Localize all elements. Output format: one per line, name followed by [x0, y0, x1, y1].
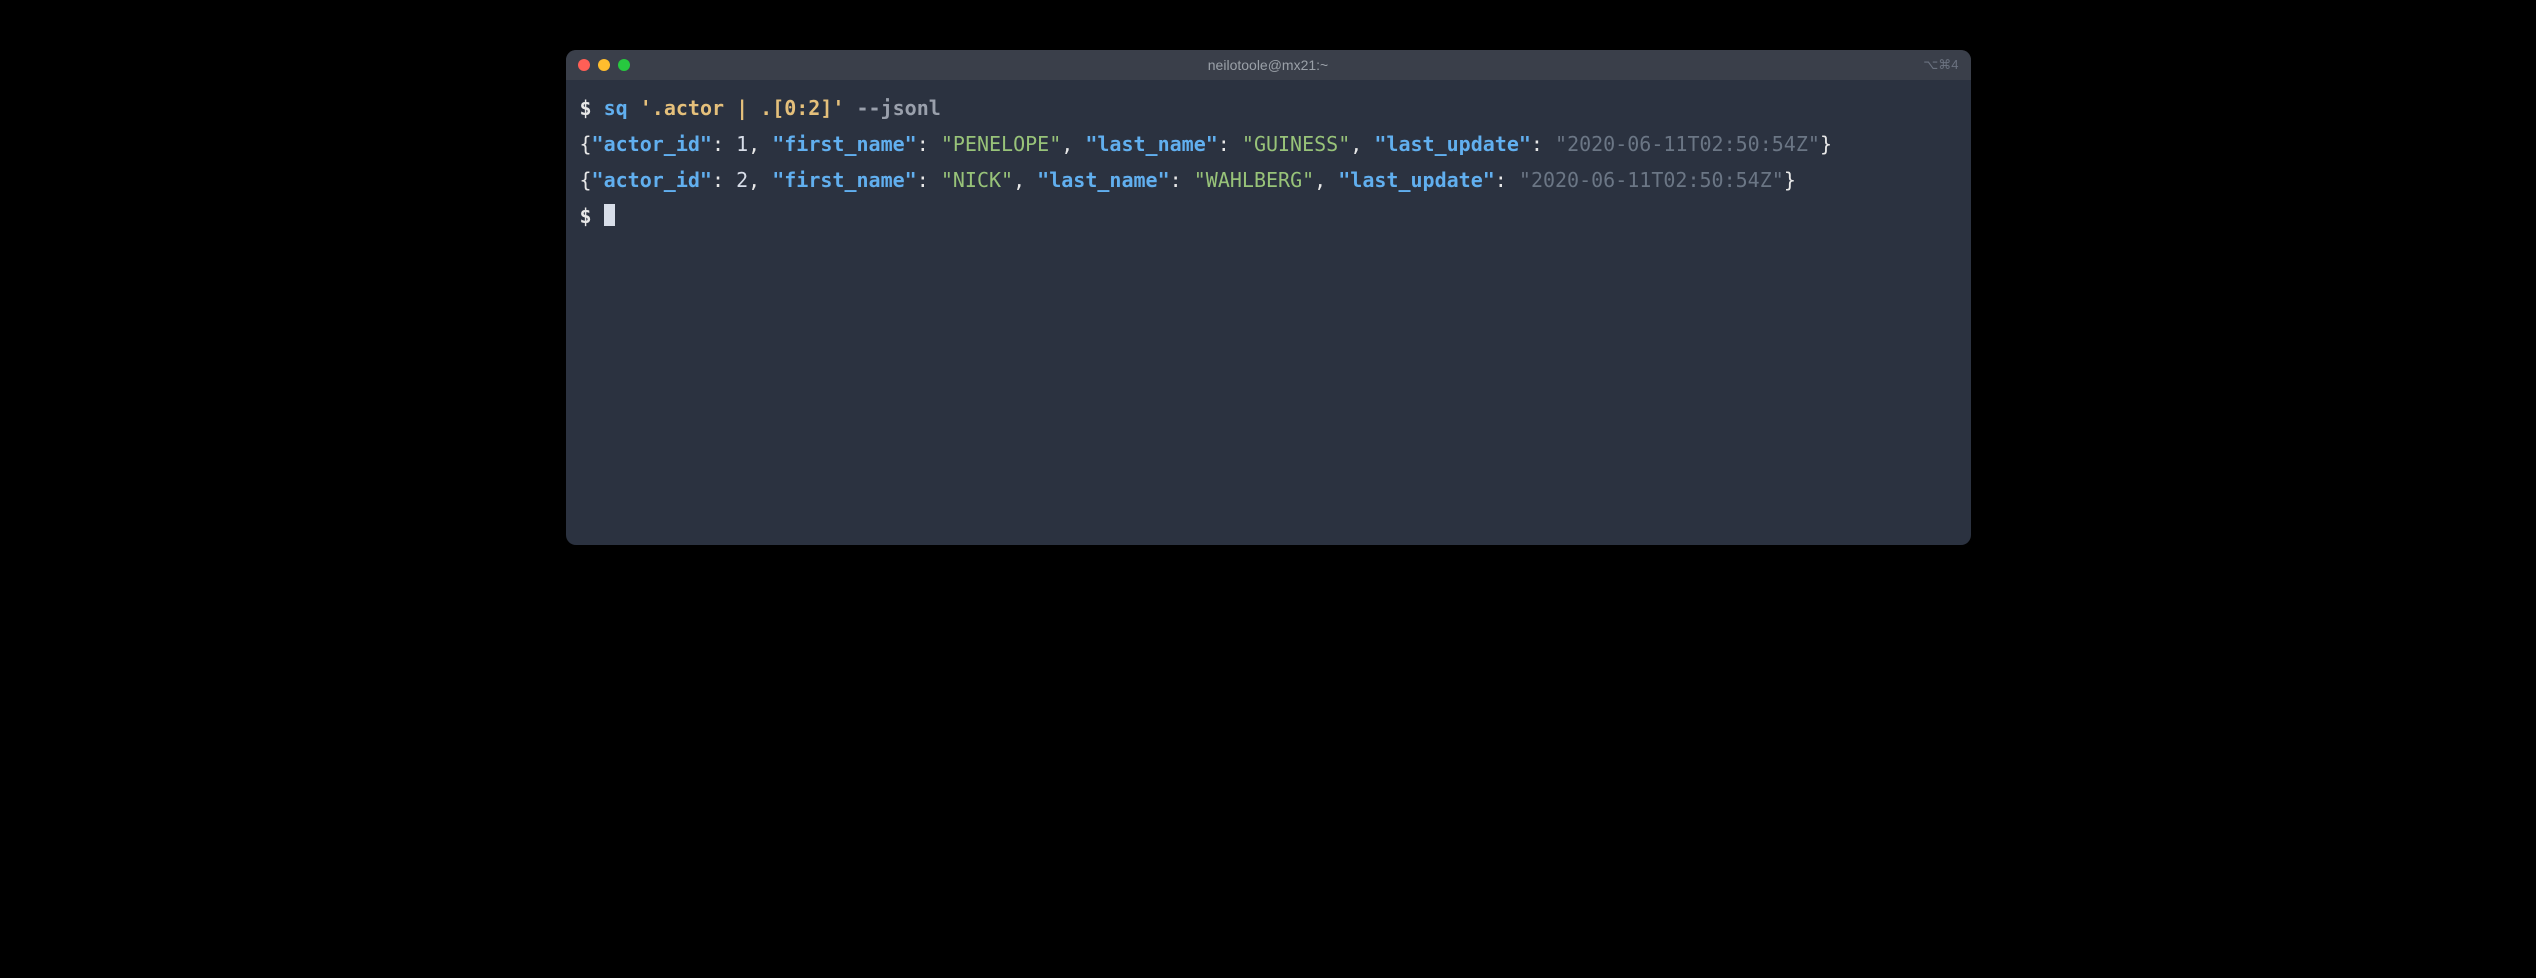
command-line: $ sq '.actor | .[0:2]' --jsonl — [580, 90, 1957, 126]
terminal-window: neilotoole@mx21:~ ⌥⌘4 $ sq '.actor | .[0… — [566, 50, 1971, 545]
json-key-first-name: first_name — [784, 168, 904, 192]
json-value-first-name: NICK — [953, 168, 1001, 192]
prompt-symbol: $ — [580, 96, 592, 120]
json-key-first-name: first_name — [784, 132, 904, 156]
close-button[interactable] — [578, 59, 590, 71]
json-key-actor-id: actor_id — [604, 168, 700, 192]
json-key-actor-id: actor_id — [604, 132, 700, 156]
json-value-actor-id: 1 — [736, 132, 748, 156]
traffic-lights — [578, 59, 630, 71]
minimize-button[interactable] — [598, 59, 610, 71]
json-value-last-update: 2020-06-11T02:50:54Z — [1567, 132, 1808, 156]
json-key-last-name: last_name — [1049, 168, 1157, 192]
command-name: sq — [604, 96, 628, 120]
maximize-button[interactable] — [618, 59, 630, 71]
json-key-last-update: last_update — [1386, 132, 1518, 156]
window-title: neilotoole@mx21:~ — [1208, 57, 1328, 73]
json-value-last-name: GUINESS — [1254, 132, 1338, 156]
cursor — [604, 204, 615, 226]
command-flag: --jsonl — [856, 96, 940, 120]
json-value-last-name: WAHLBERG — [1206, 168, 1302, 192]
json-value-last-update: 2020-06-11T02:50:54Z — [1531, 168, 1772, 192]
window-shortcut-indicator: ⌥⌘4 — [1923, 57, 1958, 73]
command-query: '.actor | .[0:2]' — [640, 96, 845, 120]
output-line: {"actor_id": 1, "first_name": "PENELOPE"… — [580, 126, 1957, 162]
output-line: {"actor_id": 2, "first_name": "NICK", "l… — [580, 162, 1957, 198]
terminal-body[interactable]: $ sq '.actor | .[0:2]' --jsonl{"actor_id… — [566, 80, 1971, 545]
prompt-symbol: $ — [580, 204, 592, 228]
title-bar: neilotoole@mx21:~ ⌥⌘4 — [566, 50, 1971, 80]
json-value-first-name: PENELOPE — [953, 132, 1049, 156]
prompt-line: $ — [580, 198, 1957, 234]
json-key-last-name: last_name — [1097, 132, 1205, 156]
json-value-actor-id: 2 — [736, 168, 748, 192]
json-key-last-update: last_update — [1350, 168, 1482, 192]
